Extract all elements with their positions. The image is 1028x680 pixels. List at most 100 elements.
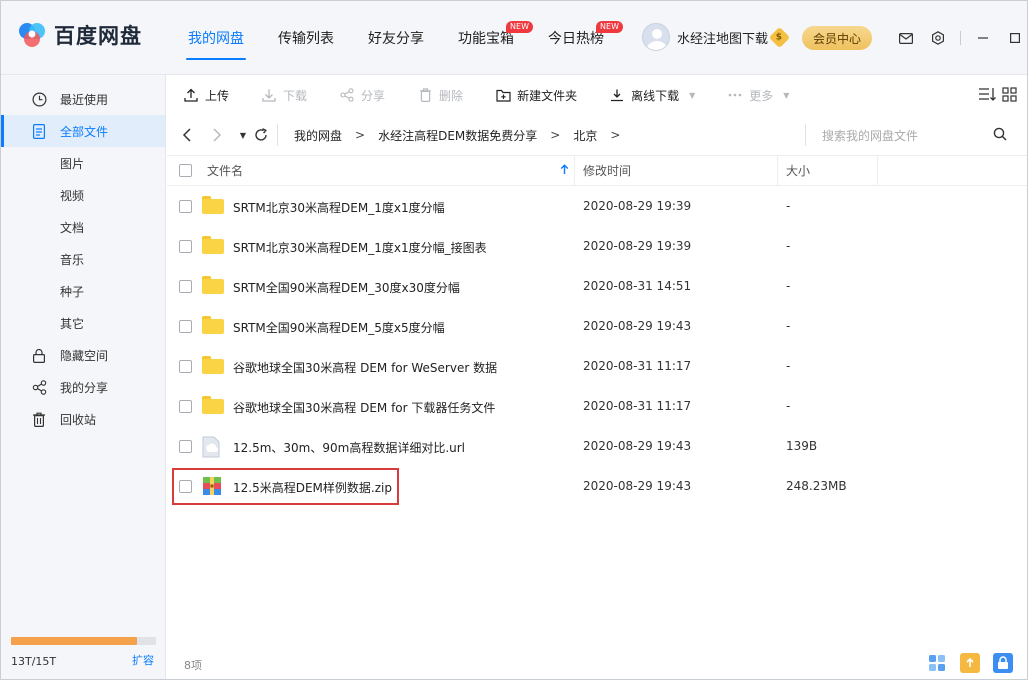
user-profile[interactable]: 水经注地图下载 $: [642, 23, 791, 51]
chevron-down-icon[interactable]: ▼: [689, 91, 695, 100]
sort-list-icon[interactable]: [978, 87, 996, 106]
table-row[interactable]: 12.5m、30m、90m高程数据详细对比.url 2020-08-29 19:…: [167, 426, 1027, 466]
sidebar-item-torrents[interactable]: 种子: [1, 275, 165, 307]
row-checkbox[interactable]: [179, 240, 192, 253]
sidebar-item-my-shares[interactable]: 我的分享: [1, 371, 165, 403]
breadcrumb-item-share[interactable]: 水经注高程DEM数据免费分享: [378, 127, 537, 144]
sidebar-item-label: 其它: [60, 316, 85, 331]
row-checkbox[interactable]: [179, 280, 192, 293]
column-header-size[interactable]: 大小: [786, 162, 810, 179]
file-name[interactable]: 谷歌地球全国30米高程 DEM for 下载器任务文件: [233, 399, 495, 416]
app-grid-icon[interactable]: [927, 653, 947, 673]
gear-icon[interactable]: [926, 29, 950, 47]
lock-icon: [31, 347, 47, 363]
breadcrumb-item-root[interactable]: 我的网盘: [294, 127, 342, 144]
upload-folder-icon[interactable]: [960, 653, 980, 673]
file-size: -: [786, 199, 791, 213]
sidebar-item-music[interactable]: 音乐: [1, 243, 165, 275]
offline-download-button[interactable]: 离线下载 ▼: [593, 75, 711, 115]
table-row[interactable]: SRTM北京30米高程DEM_1度x1度分幅 2020-08-29 19:39 …: [167, 186, 1027, 226]
column-divider[interactable]: [777, 156, 778, 186]
column-divider[interactable]: [877, 156, 878, 186]
file-name[interactable]: 12.5m、30m、90m高程数据详细对比.url: [233, 439, 465, 456]
row-checkbox[interactable]: [179, 440, 192, 453]
tab-hot-list[interactable]: 今日热榜 NEW: [531, 1, 623, 75]
delete-button[interactable]: 删除: [401, 75, 479, 115]
back-icon[interactable]: [179, 127, 195, 143]
upload-label: 上传: [205, 88, 230, 103]
sidebar-item-hidden-space[interactable]: 隐藏空间: [1, 339, 165, 371]
username[interactable]: 水经注地图下载: [677, 28, 768, 47]
row-checkbox[interactable]: [179, 360, 192, 373]
file-table-header: 文件名 修改时间 大小: [167, 155, 1027, 186]
folder-icon: [202, 276, 224, 296]
history-dropdown-icon[interactable]: ▼: [235, 127, 251, 143]
sort-ascending-icon[interactable]: [560, 163, 569, 178]
sidebar-item-others[interactable]: 其它: [1, 307, 165, 339]
column-header-time[interactable]: 修改时间: [583, 162, 631, 179]
view-controls: [978, 87, 1017, 106]
sidebar-item-videos[interactable]: 视频: [1, 179, 165, 211]
file-name[interactable]: SRTM全国90米高程DEM_30度x30度分幅: [233, 279, 460, 296]
new-folder-button[interactable]: 新建文件夹: [479, 75, 593, 115]
lock-icon[interactable]: [993, 653, 1013, 673]
breadcrumb: 我的网盘 > 水经注高程DEM数据免费分享 > 北京 >: [277, 124, 633, 146]
expand-storage-link[interactable]: 扩容: [132, 652, 154, 668]
sidebar-item-recent[interactable]: 最近使用: [1, 83, 165, 115]
download-button[interactable]: 下载: [245, 75, 323, 115]
address-bar: ▼ 我的网盘 > 水经注高程DEM数据免费分享 > 北京 > 搜索我的网盘文件: [167, 115, 1027, 155]
column-divider[interactable]: [574, 156, 575, 186]
tab-transfer-list[interactable]: 传输列表: [261, 1, 351, 75]
storage-bar: [11, 637, 156, 645]
share-button[interactable]: 分享: [323, 75, 401, 115]
table-row[interactable]: SRTM全国90米高程DEM_30度x30度分幅 2020-08-31 14:5…: [167, 266, 1027, 306]
column-header-name[interactable]: 文件名: [207, 162, 243, 179]
tab-label: 好友分享: [368, 31, 424, 47]
sidebar-item-recycle-bin[interactable]: 回收站: [1, 403, 165, 435]
avatar[interactable]: [642, 23, 670, 51]
tab-friend-share[interactable]: 好友分享: [351, 1, 441, 75]
trash-icon: [31, 411, 47, 427]
offline-download-icon: [609, 87, 625, 103]
table-row[interactable]: SRTM北京30米高程DEM_1度x1度分幅_接图表 2020-08-29 19…: [167, 226, 1027, 266]
select-all-checkbox[interactable]: [179, 164, 192, 177]
upload-button[interactable]: 上传: [167, 75, 245, 115]
chevron-down-icon[interactable]: ▼: [783, 91, 789, 100]
sidebar-item-documents[interactable]: 文档: [1, 211, 165, 243]
breadcrumb-item-current[interactable]: 北京: [573, 127, 597, 144]
refresh-icon[interactable]: [253, 127, 269, 143]
vip-center-button[interactable]: 会员中心: [802, 26, 872, 50]
search-input[interactable]: 搜索我的网盘文件: [805, 124, 1017, 146]
file-name[interactable]: SRTM全国90米高程DEM_5度x5度分幅: [233, 319, 445, 336]
forward-icon[interactable]: [209, 127, 225, 143]
status-bar-icons: [927, 653, 1013, 673]
folder-icon: [202, 236, 224, 256]
row-checkbox[interactable]: [179, 400, 192, 413]
tab-my-netdisk[interactable]: 我的网盘: [171, 1, 261, 75]
sidebar: 最近使用 全部文件 图片 视频 文档 音乐 种子 其它 隐藏空间 我的分享 回收…: [1, 75, 166, 679]
tab-toolbox[interactable]: 功能宝箱 NEW: [441, 1, 533, 75]
sidebar-item-all-files[interactable]: 全部文件: [1, 115, 165, 147]
coin-symbol: $: [776, 31, 783, 42]
sidebar-item-images[interactable]: 图片: [1, 147, 165, 179]
coin-icon: $: [768, 26, 791, 48]
table-row[interactable]: 谷歌地球全国30米高程 DEM for 下载器任务文件 2020-08-31 1…: [167, 386, 1027, 426]
more-label: 更多: [749, 88, 774, 103]
file-time: 2020-08-29 19:43: [583, 479, 692, 493]
file-size: -: [786, 279, 791, 293]
file-name[interactable]: SRTM北京30米高程DEM_1度x1度分幅: [233, 199, 445, 216]
search-icon[interactable]: [993, 127, 1007, 144]
row-checkbox[interactable]: [179, 200, 192, 213]
delete-label: 删除: [439, 88, 464, 103]
mail-icon[interactable]: [894, 29, 918, 47]
table-row[interactable]: SRTM全国90米高程DEM_5度x5度分幅 2020-08-29 19:43 …: [167, 306, 1027, 346]
maximize-icon[interactable]: [1003, 29, 1027, 47]
file-name[interactable]: SRTM北京30米高程DEM_1度x1度分幅_接图表: [233, 239, 487, 256]
more-button[interactable]: 更多 ▼: [711, 75, 805, 115]
file-name[interactable]: 谷歌地球全国30米高程 DEM for WeServer 数据: [233, 359, 497, 376]
grid-view-icon[interactable]: [1002, 87, 1017, 106]
minimize-icon[interactable]: [971, 29, 995, 47]
row-checkbox[interactable]: [179, 320, 192, 333]
file-time: 2020-08-29 19:43: [583, 439, 692, 453]
table-row[interactable]: 谷歌地球全国30米高程 DEM for WeServer 数据 2020-08-…: [167, 346, 1027, 386]
